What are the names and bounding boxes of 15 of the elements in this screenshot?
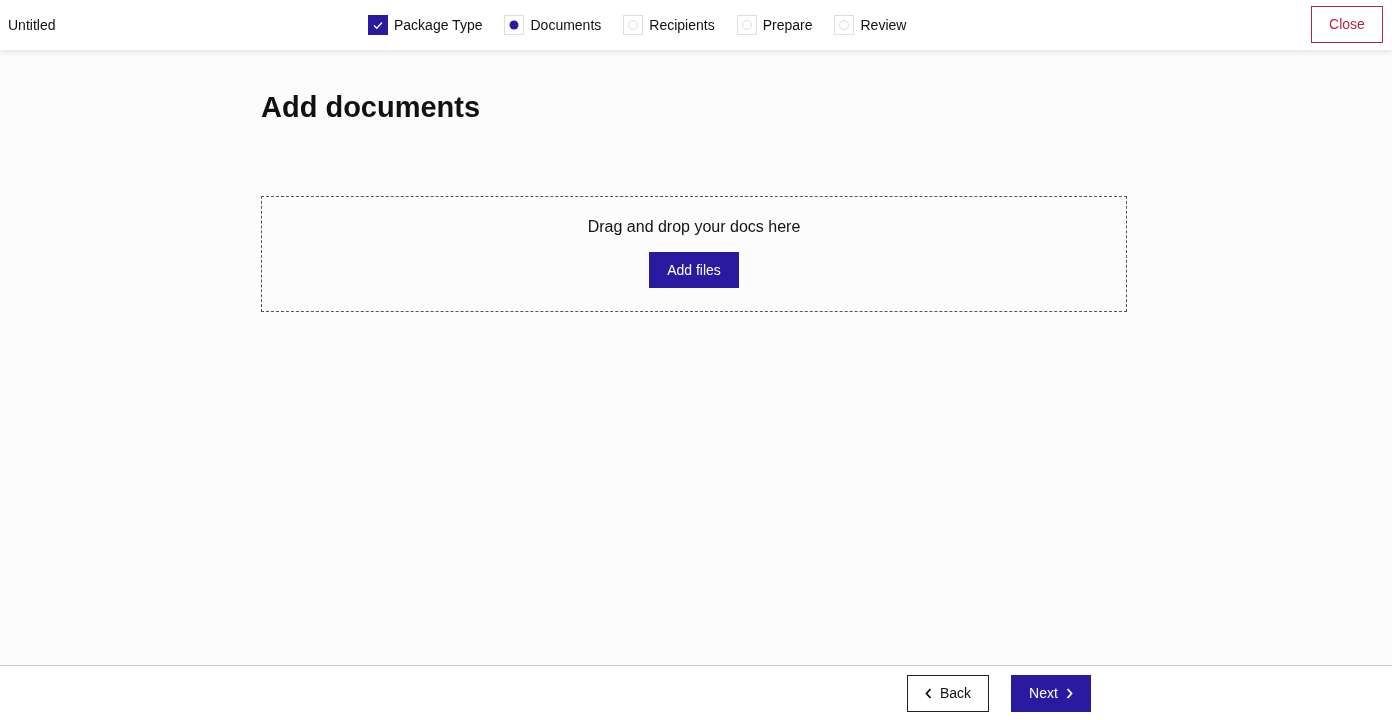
file-dropzone[interactable]: Drag and drop your docs here Add files	[261, 196, 1127, 312]
step-label[interactable]: Prepare	[762, 17, 813, 33]
step-label[interactable]: Package Type	[394, 17, 483, 33]
step-label[interactable]: Recipients	[649, 17, 715, 33]
close-button[interactable]: Close	[1311, 5, 1383, 43]
step-label[interactable]: Review	[860, 17, 907, 33]
document-title: Untitled	[8, 17, 57, 33]
add-files-button[interactable]: Add files	[649, 252, 739, 288]
chevron-right-icon	[1065, 687, 1073, 699]
chevron-left-icon	[924, 687, 932, 699]
page-heading: Add documents	[261, 91, 482, 124]
step-label[interactable]: Documents	[530, 17, 602, 33]
next-button[interactable]: Next	[1011, 674, 1091, 712]
dropzone-prompt: Drag and drop your docs here	[587, 218, 801, 236]
back-button[interactable]: Back	[907, 674, 989, 712]
